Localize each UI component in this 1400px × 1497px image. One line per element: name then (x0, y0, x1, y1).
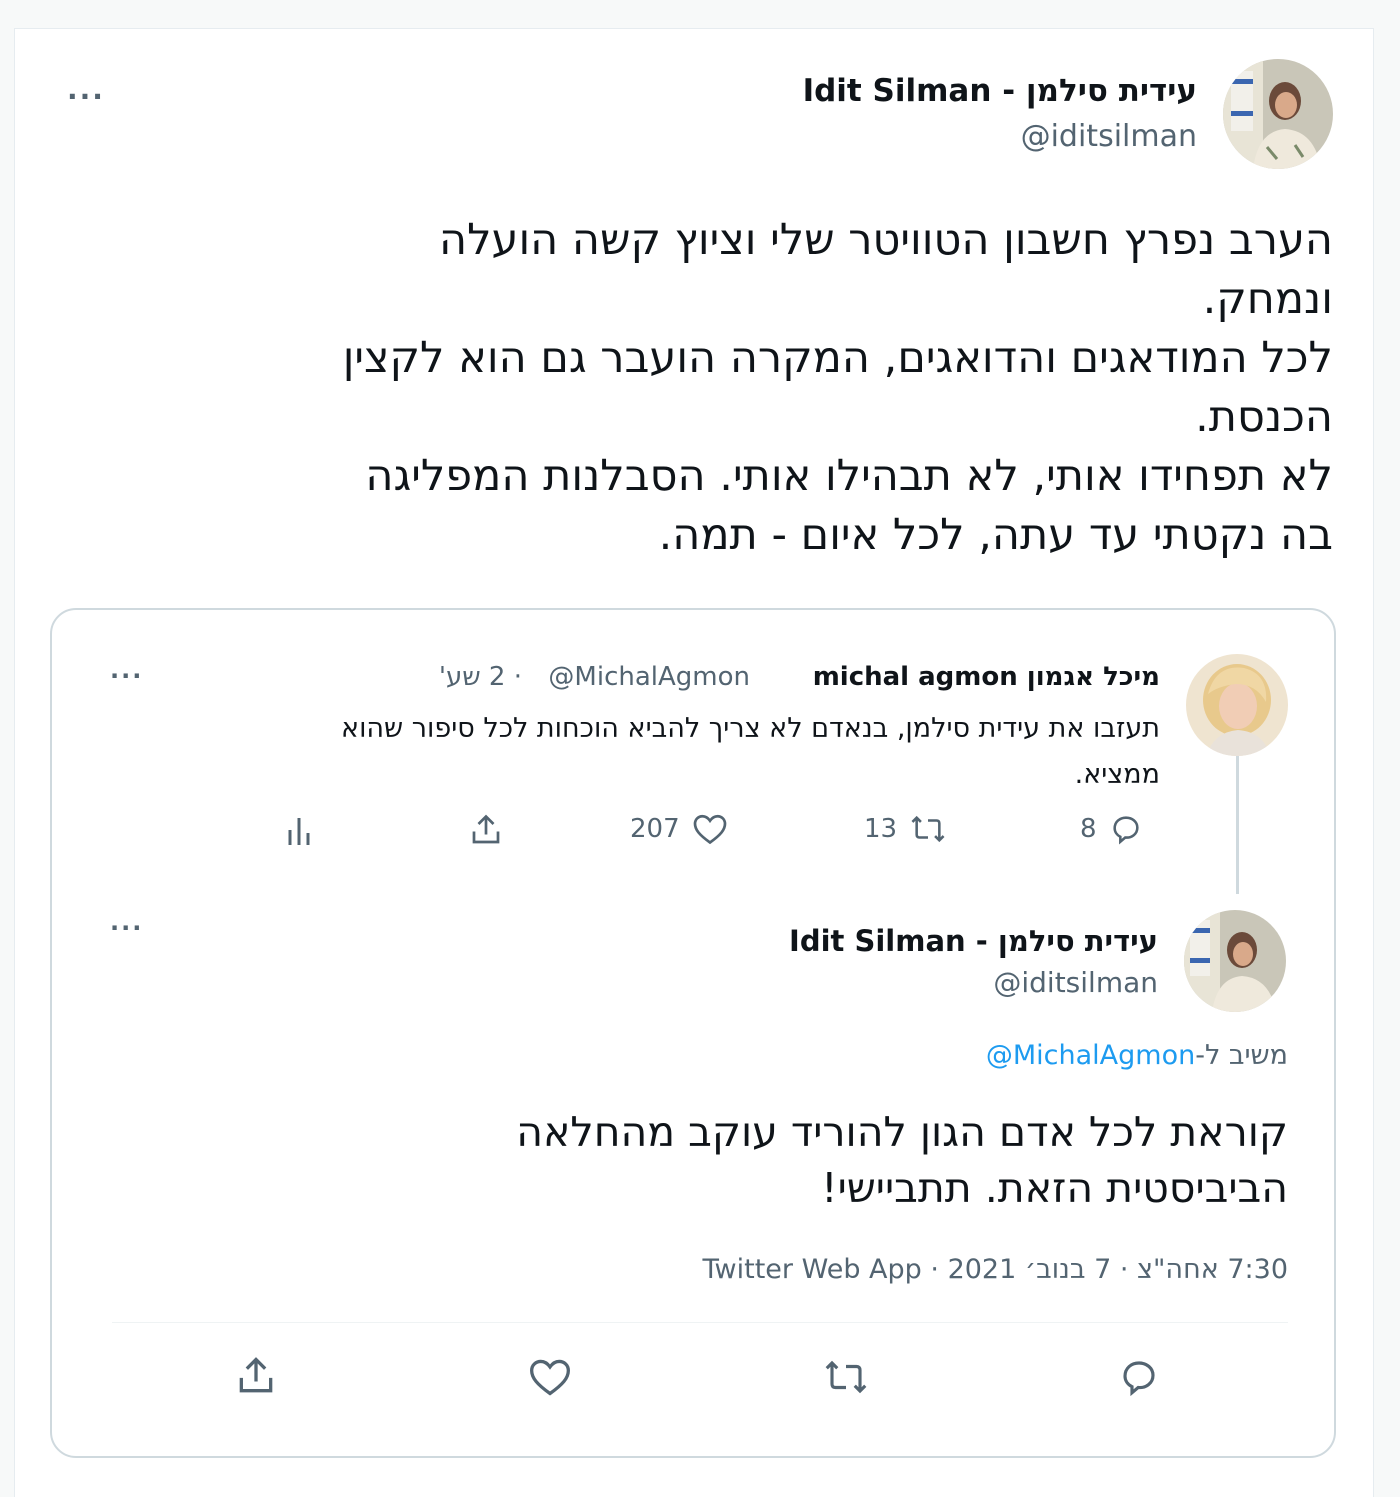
tweet-text-line: ונמחק. (1202, 274, 1333, 324)
more-options-icon[interactable]: ··· (67, 83, 105, 111)
analytics-icon (288, 818, 310, 845)
tweet-time[interactable]: · 2 שע' (439, 662, 522, 692)
tweet-text: תעזבו את עידית סילמן, בנאדם לא צריך להבי… (160, 706, 1160, 798)
share-button[interactable] (234, 1354, 278, 1398)
like-count: 207 (630, 814, 680, 844)
tweet-text-line: הערב נפרץ חשבון הטוויטר שלי וציוץ קשה הו… (439, 215, 1333, 265)
like-button[interactable]: 207 (630, 812, 728, 846)
tweet-text-line: קוראת לכל אדם הגון להוריד עוקב מהחלאה (516, 1108, 1288, 1156)
retweet-icon (911, 815, 945, 843)
share-icon (472, 814, 500, 844)
avatar[interactable] (1186, 654, 1288, 756)
like-button[interactable] (528, 1356, 572, 1398)
tweet-text: הערב נפרץ חשבון הטוויטר שלי וציוץ קשה הו… (33, 211, 1333, 565)
reply-count: 8 (1080, 814, 1097, 844)
tweet-timestamp[interactable]: 7:30 אחה"צ · 7 בנוב׳ 2021 · Twitter Web … (703, 1254, 1288, 1285)
like-icon (693, 814, 726, 845)
replying-to-label: משיב ל- (1195, 1040, 1288, 1071)
retweet-count: 13 (864, 814, 898, 844)
reply-button[interactable] (1118, 1356, 1160, 1398)
retweet-button[interactable] (822, 1356, 870, 1398)
tweet-text-line: ממציא. (1074, 759, 1160, 790)
tweet-text-line: הביביסטית הזאת. תתביישי! (821, 1164, 1288, 1212)
author-name[interactable]: מיכל אגמון michal agmon (813, 662, 1160, 692)
author-handle[interactable]: @iditsilman (993, 966, 1158, 999)
author-name[interactable]: עידית סילמן - Idit Silman (803, 73, 1197, 109)
avatar[interactable] (1184, 910, 1286, 1012)
reply-button[interactable]: 8 (1080, 812, 1143, 846)
replying-to: משיב ל-@MichalAgmon (986, 1040, 1288, 1071)
divider (112, 1322, 1288, 1323)
tweet-text-line: לכל המודאגים והדואגים, המקרה הועבר גם הו… (342, 333, 1333, 383)
reply-icon (1112, 816, 1139, 845)
avatar[interactable] (1223, 59, 1333, 169)
tweet-text-line: לא תפחידו אותי, לא תבהילו אותי. הסבלנות … (365, 451, 1333, 501)
share-icon (239, 1357, 273, 1393)
tweet-text-line: בה נקטתי עד עתה, לכל איום - תמה. (658, 510, 1333, 560)
author-name[interactable]: עידית סילמן - Idit Silman (789, 924, 1158, 958)
tweet-text: קוראת לכל אדם הגון להוריד עוקב מהחלאה הב… (188, 1104, 1288, 1216)
author-handle[interactable]: @iditsilman (1021, 119, 1197, 154)
replying-to-link[interactable]: @MichalAgmon (986, 1040, 1195, 1071)
analytics-button[interactable] (284, 812, 314, 848)
tweet-text-line: תעזבו את עידית סילמן, בנאדם לא צריך להבי… (341, 713, 1160, 744)
more-options-icon[interactable]: ··· (110, 916, 143, 940)
thread-connector (1236, 756, 1239, 894)
author-handle[interactable]: @MichalAgmon (548, 662, 750, 692)
retweet-button[interactable]: 13 (864, 812, 947, 846)
tweet-text-line: הכנסת. (1195, 392, 1333, 442)
reply-icon (1123, 1361, 1155, 1397)
share-button[interactable] (468, 812, 504, 848)
more-options-icon[interactable]: ··· (110, 664, 143, 688)
like-icon (530, 1359, 570, 1396)
retweet-icon (825, 1360, 867, 1394)
